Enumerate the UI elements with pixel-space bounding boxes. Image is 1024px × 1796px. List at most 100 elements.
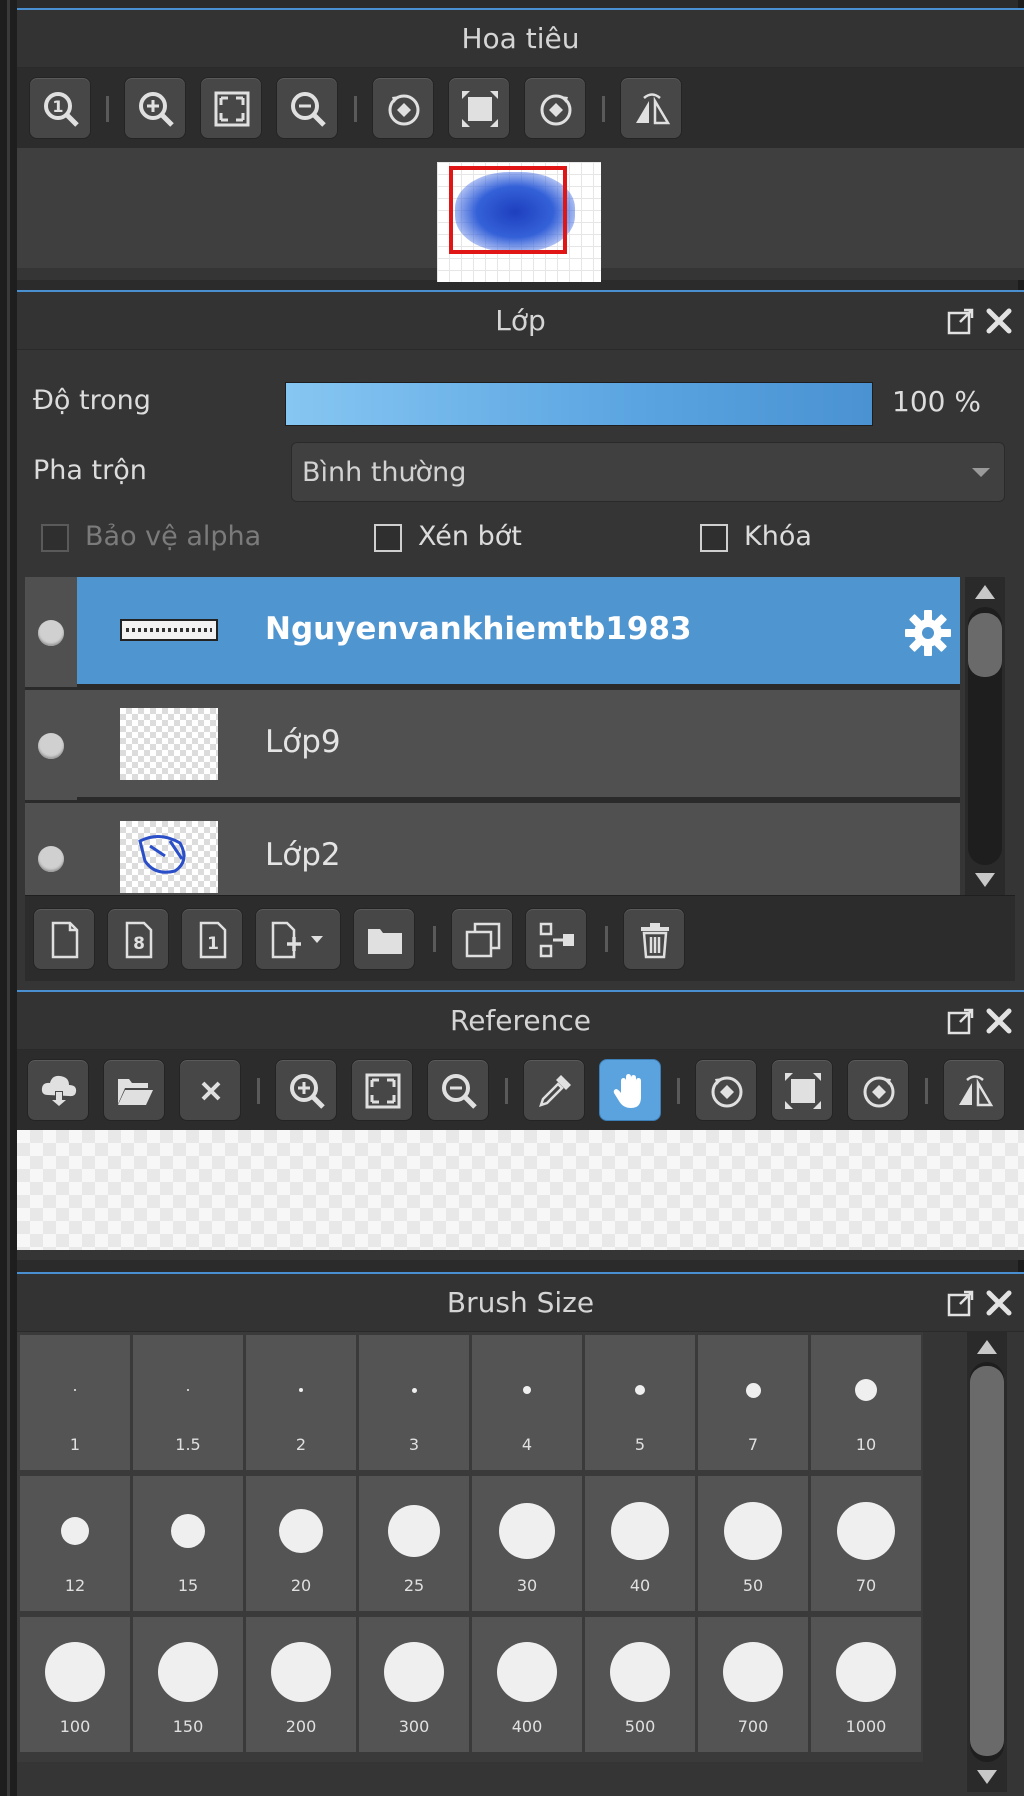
brush-dot-preview [187, 1389, 189, 1391]
blend-mode-select[interactable]: Bình thường [291, 442, 1005, 502]
brush-size-cell[interactable]: 1.5 [133, 1335, 243, 1470]
open-file-button[interactable] [103, 1059, 165, 1121]
lock-label: Khóa [744, 521, 812, 552]
brush-size-cell[interactable]: 5 [585, 1335, 695, 1470]
brush-size-cell[interactable]: 30 [472, 1476, 582, 1611]
brush-size-cell[interactable]: 1000 [811, 1617, 921, 1752]
navigator-header: Hoa tiêu [17, 10, 1024, 68]
scroll-up-icon[interactable] [975, 585, 995, 599]
brush-size-cell[interactable]: 300 [359, 1617, 469, 1752]
brush-size-cell[interactable]: 4 [472, 1335, 582, 1470]
brush-dot-preview [635, 1385, 645, 1395]
brush-size-cell[interactable]: 2 [246, 1335, 356, 1470]
toolbar-separator [925, 1078, 928, 1104]
new-1bit-layer-button[interactable]: 1 [181, 908, 243, 970]
layer-row[interactable]: Nguyenvankhiemtb1983 [25, 577, 960, 687]
undock-button[interactable] [946, 306, 976, 336]
reference-title: Reference [450, 1004, 591, 1037]
zoom-out-button[interactable] [427, 1059, 489, 1121]
merge-down-button[interactable] [525, 908, 587, 970]
add-layer-menu-button[interactable] [255, 908, 341, 970]
eyedropper-button[interactable] [523, 1059, 585, 1121]
brush-size-label: 25 [403, 1576, 425, 1595]
duplicate-layer-button[interactable] [451, 908, 513, 970]
layer-list-scrollbar[interactable] [965, 577, 1005, 895]
reset-view-button[interactable] [771, 1059, 833, 1121]
brush-size-cell[interactable]: 500 [585, 1617, 695, 1752]
brush-size-cell[interactable]: 12 [20, 1476, 130, 1611]
brush-size-cell[interactable]: 10 [811, 1335, 921, 1470]
zoom-actual-button[interactable]: 1 [29, 77, 91, 139]
checkbox-box [700, 524, 728, 552]
brush-size-scrollbar[interactable] [967, 1332, 1007, 1792]
gear-icon[interactable] [902, 607, 954, 659]
new-folder-button[interactable] [353, 908, 415, 970]
new-layer-button[interactable] [33, 908, 95, 970]
zoom-in-button[interactable] [275, 1059, 337, 1121]
rotate-left-button[interactable] [695, 1059, 757, 1121]
visibility-toggle-icon[interactable] [38, 733, 64, 759]
brush-size-cell[interactable]: 700 [698, 1617, 808, 1752]
svg-text:1: 1 [52, 97, 63, 116]
brush-size-cell[interactable]: 200 [246, 1617, 356, 1752]
layer-row[interactable]: Lớp9 [25, 690, 960, 800]
scroll-up-icon[interactable] [977, 1340, 997, 1354]
navigator-canvas-thumbnail[interactable] [437, 162, 601, 282]
scroll-down-icon[interactable] [977, 1770, 997, 1784]
flip-horizontal-button[interactable] [620, 77, 682, 139]
svg-text:8: 8 [133, 934, 145, 954]
fit-screen-button[interactable] [351, 1059, 413, 1121]
new-8bit-layer-button[interactable]: 8 [107, 908, 169, 970]
close-panel-button[interactable] [984, 1288, 1014, 1318]
reference-canvas[interactable] [17, 1130, 1024, 1250]
clear-reference-button[interactable] [179, 1059, 241, 1121]
layer-toolbar: 8 1 [25, 895, 1015, 981]
brush-size-cell[interactable]: 400 [472, 1617, 582, 1752]
rotate-right-button[interactable] [524, 77, 586, 139]
visibility-toggle-icon[interactable] [38, 620, 64, 646]
viewport-frame[interactable] [449, 166, 567, 254]
rotate-left-button[interactable] [372, 77, 434, 139]
flip-horizontal-button[interactable] [943, 1059, 1005, 1121]
rotate-right-button[interactable] [847, 1059, 909, 1121]
opacity-slider[interactable] [285, 382, 873, 426]
reset-view-button[interactable] [448, 77, 510, 139]
brush-size-cell[interactable]: 50 [698, 1476, 808, 1611]
layer-1bit-icon: 1 [199, 921, 227, 959]
toolbar-separator [257, 1078, 260, 1104]
zoom-out-button[interactable] [276, 77, 338, 139]
scroll-down-icon[interactable] [975, 873, 995, 887]
close-panel-button[interactable] [984, 306, 1014, 336]
brush-size-cell[interactable]: 20 [246, 1476, 356, 1611]
brush-size-cell[interactable]: 3 [359, 1335, 469, 1470]
fit-screen-button[interactable] [200, 77, 262, 139]
close-panel-button[interactable] [984, 1006, 1014, 1036]
brush-dot-preview [158, 1642, 218, 1702]
brush-dot-preview [837, 1502, 895, 1560]
undock-button[interactable] [946, 1006, 976, 1036]
layer-name: Lớp9 [265, 724, 341, 760]
new-page-icon [51, 921, 79, 959]
brush-size-cell[interactable]: 15 [133, 1476, 243, 1611]
cloud-download-icon [41, 1075, 77, 1108]
undock-button[interactable] [946, 1288, 976, 1318]
brush-size-cell[interactable]: 40 [585, 1476, 695, 1611]
brush-size-label: 1.5 [175, 1435, 201, 1454]
zoom-in-button[interactable] [124, 77, 186, 139]
scroll-thumb[interactable] [970, 1366, 1004, 1756]
navigator-preview-area[interactable] [17, 148, 1024, 282]
scroll-thumb[interactable] [968, 613, 1002, 677]
brush-size-cell[interactable]: 25 [359, 1476, 469, 1611]
brush-size-label: 70 [855, 1576, 877, 1595]
layer-row[interactable]: Lớp2 [25, 803, 960, 895]
brush-size-cell[interactable]: 7 [698, 1335, 808, 1470]
visibility-toggle-icon[interactable] [38, 846, 64, 872]
brush-size-cell[interactable]: 100 [20, 1617, 130, 1752]
add-layer-icon [271, 921, 323, 959]
brush-size-cell[interactable]: 70 [811, 1476, 921, 1611]
delete-layer-button[interactable] [623, 908, 685, 970]
hand-pan-button[interactable] [599, 1059, 661, 1121]
brush-size-cell[interactable]: 150 [133, 1617, 243, 1752]
brush-size-cell[interactable]: 1 [20, 1335, 130, 1470]
load-from-cloud-button[interactable] [27, 1059, 89, 1121]
